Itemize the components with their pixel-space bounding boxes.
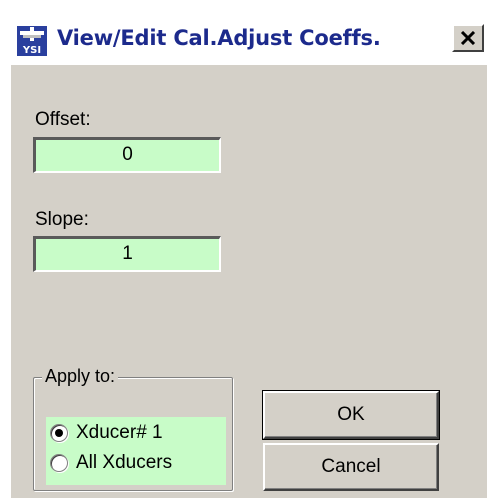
radio-label-all-xducers: All Xducers	[76, 452, 173, 473]
slope-field[interactable]: 1	[33, 236, 221, 272]
cancel-button[interactable]: Cancel	[263, 443, 439, 491]
radio-button-selected[interactable]	[50, 424, 68, 442]
offset-label: Offset:	[35, 109, 91, 130]
radio-xducer-1[interactable]: Xducer# 1	[50, 420, 163, 446]
radio-label-xducer-1: Xducer# 1	[76, 422, 163, 443]
close-button[interactable]	[452, 24, 484, 52]
ysi-icon: YSI	[17, 26, 47, 56]
close-icon	[460, 31, 476, 45]
offset-field[interactable]: 0	[33, 137, 221, 173]
radio-all-xducers[interactable]: All Xducers	[50, 450, 172, 476]
slope-label: Slope:	[35, 209, 89, 230]
dialog-window: YSI View/Edit Cal.Adjust Coeffs. Offset:…	[10, 14, 487, 498]
radio-button-unselected[interactable]	[50, 454, 68, 472]
apply-to-legend: Apply to:	[42, 366, 119, 387]
svg-text:YSI: YSI	[22, 45, 41, 56]
title-bar[interactable]: YSI View/Edit Cal.Adjust Coeffs.	[11, 15, 487, 65]
window-title: View/Edit Cal.Adjust Coeffs.	[57, 26, 381, 50]
ok-button[interactable]: OK	[262, 390, 440, 440]
apply-to-options: Xducer# 1 All Xducers	[46, 417, 226, 485]
apply-to-group: Apply to: Xducer# 1 All Xducers	[33, 366, 233, 491]
